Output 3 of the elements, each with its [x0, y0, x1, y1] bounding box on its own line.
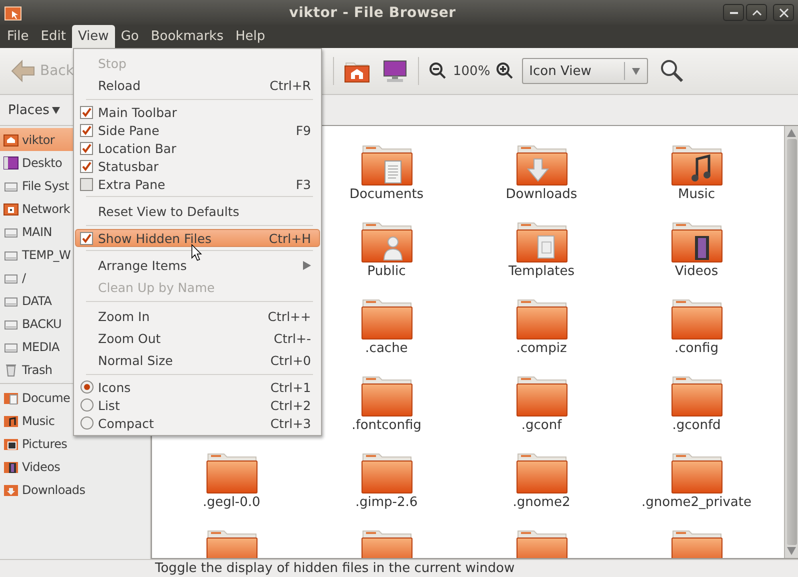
zoom-level: 100% [452, 64, 492, 78]
window-title: viktor - File Browser [288, 4, 457, 20]
status-text: Toggle the display of hidden files in the current window [154, 561, 515, 576]
